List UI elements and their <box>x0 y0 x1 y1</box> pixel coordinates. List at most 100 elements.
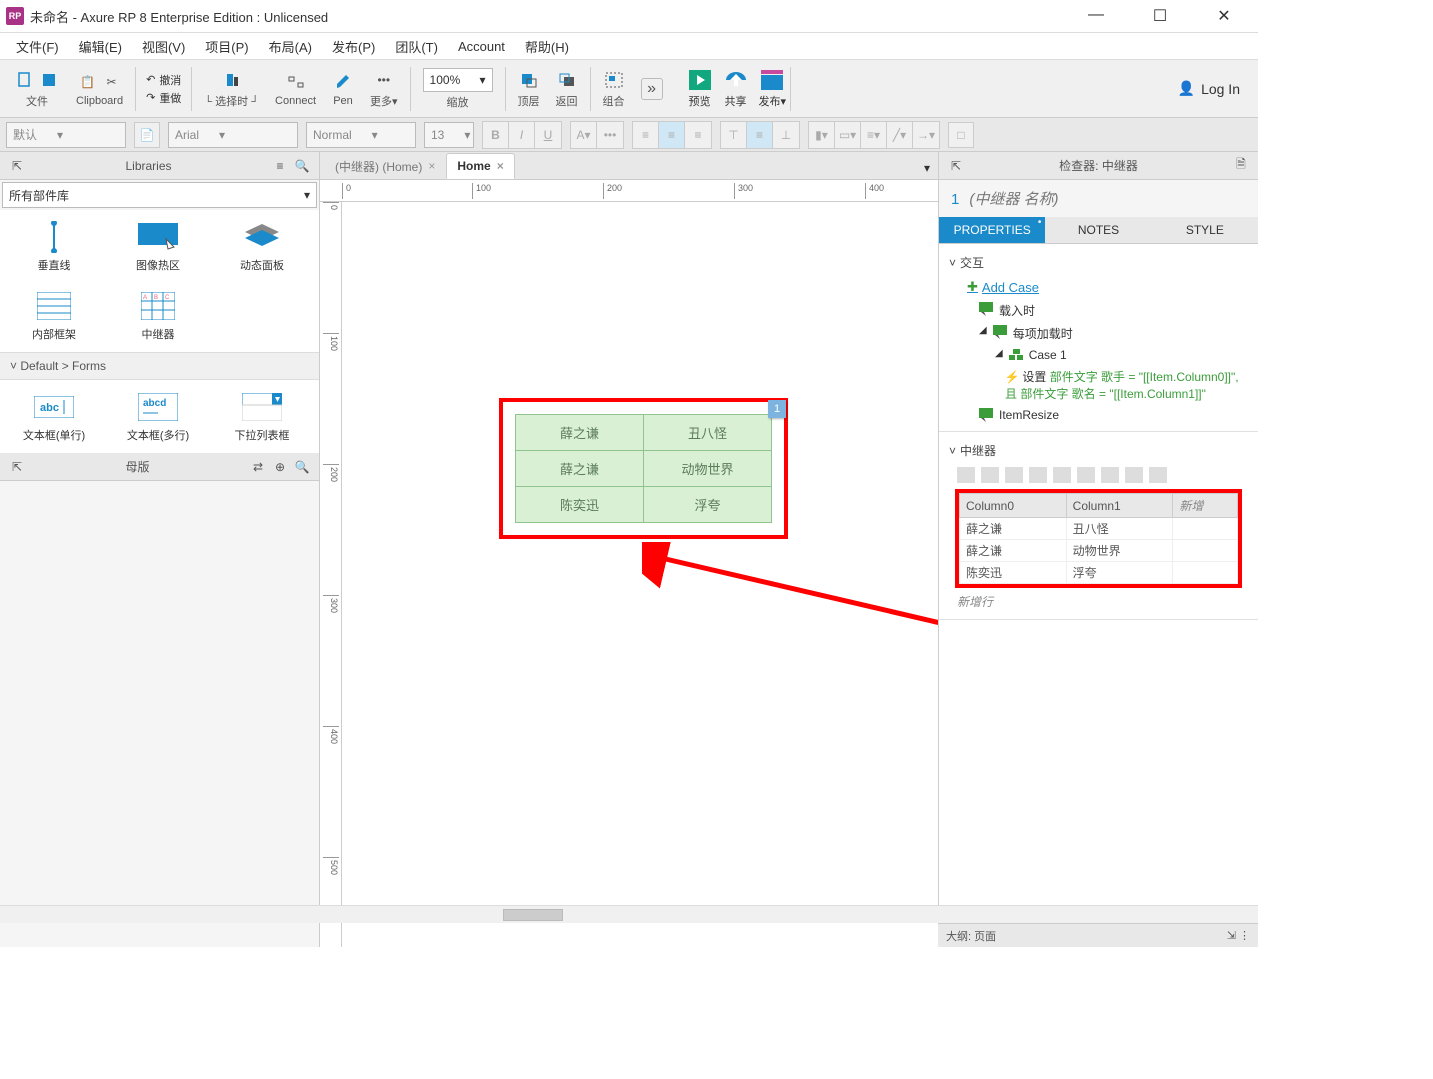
bold-button[interactable]: B <box>483 122 509 148</box>
paintformat-icon[interactable]: 📄 <box>134 122 160 148</box>
arrow-button[interactable]: →▾ <box>913 122 939 148</box>
align-right-button[interactable]: ≡ <box>685 122 711 148</box>
valign-mid-button[interactable]: ≡ <box>747 122 773 148</box>
menu-project[interactable]: 项目(P) <box>197 34 256 59</box>
tab-properties[interactable]: PROPERTIES <box>939 217 1045 243</box>
top-layer-icon[interactable] <box>518 69 540 91</box>
widget-repeater[interactable]: ABC中继器 <box>108 283 208 348</box>
rp-btn[interactable] <box>957 467 975 483</box>
event-item-resize[interactable]: ItemResize <box>949 405 1248 425</box>
more-text-button[interactable]: ••• <box>597 122 623 148</box>
valign-bot-button[interactable]: ⊥ <box>773 122 799 148</box>
style-select[interactable]: 默认▾ <box>6 122 126 148</box>
add-row[interactable]: 新增行 <box>949 590 1248 613</box>
widget-iframe[interactable]: 内部框架 <box>4 283 104 348</box>
menu-help[interactable]: 帮助(H) <box>517 34 577 59</box>
font-weight-select[interactable]: Normal▾ <box>306 122 416 148</box>
valign-top-button[interactable]: ⊤ <box>721 122 747 148</box>
publish-button[interactable]: 发布▾ <box>759 69 787 109</box>
italic-button[interactable]: I <box>509 122 535 148</box>
font-size-select[interactable]: 13▾ <box>424 122 474 148</box>
close-icon[interactable]: × <box>497 159 504 173</box>
library-select[interactable]: 所有部件库▾ <box>2 182 317 208</box>
rp-btn[interactable] <box>981 467 999 483</box>
rp-btn[interactable] <box>1125 467 1143 483</box>
page-icon[interactable]: 🗎 <box>1230 155 1252 176</box>
text-color-button[interactable]: A▾ <box>571 122 597 148</box>
repeater-data-grid[interactable]: Column0Column1新增 薛之谦丑八怪 薛之谦动物世界 陈奕迅浮夸 <box>955 489 1242 588</box>
rp-btn[interactable] <box>1053 467 1071 483</box>
group-icon[interactable] <box>603 69 625 91</box>
tab-repeater-home[interactable]: (中继器) (Home)× <box>324 153 446 179</box>
share-button[interactable]: 共享 <box>723 69 749 109</box>
repeater-section[interactable]: ˅ 中继器 <box>949 438 1248 463</box>
rp-btn[interactable] <box>1077 467 1095 483</box>
masters-swap-icon[interactable]: ⇄ <box>247 460 269 474</box>
rp-btn[interactable] <box>1101 467 1119 483</box>
hscrollbar[interactable] <box>0 905 1258 923</box>
align-left-button[interactable]: ≡ <box>633 122 659 148</box>
menu-account[interactable]: Account <box>450 36 513 57</box>
overflow-icon[interactable]: » <box>641 78 663 100</box>
cut-icon[interactable]: ✂ <box>101 71 123 93</box>
undo-button[interactable]: ↶ 撤消 <box>146 72 181 88</box>
event-onload[interactable]: 载入时 <box>949 299 1248 322</box>
preview-button[interactable]: 预览 <box>687 69 713 109</box>
line-style-button[interactable]: ╱▾ <box>887 122 913 148</box>
widget-name[interactable]: (中继器 名称) <box>969 188 1058 209</box>
action-set-text[interactable]: ⚡ 设置 部件文字 歌手 = "[[Item.Column0]]", 且 部件文… <box>949 365 1248 405</box>
inspector-collapse-icon[interactable]: ⇱ <box>945 159 967 173</box>
close-button[interactable]: ✕ <box>1204 6 1244 26</box>
widget-vline[interactable]: 垂直线 <box>4 214 104 279</box>
pen-icon[interactable] <box>332 71 354 93</box>
rp-btn[interactable] <box>1029 467 1047 483</box>
menu-publish[interactable]: 发布(P) <box>324 34 383 59</box>
menu-view[interactable]: 视图(V) <box>134 34 193 59</box>
tab-style[interactable]: STYLE <box>1152 217 1258 243</box>
menu-arrange[interactable]: 布局(A) <box>261 34 320 59</box>
event-each-load[interactable]: ◢ 每项加载时 <box>949 322 1248 345</box>
repeater-widget[interactable]: 1 薛之谦丑八怪 薛之谦动物世界 陈奕迅浮夸 <box>499 398 788 539</box>
search-icon[interactable]: 🔍 <box>291 159 313 173</box>
new-file-icon[interactable] <box>14 69 36 91</box>
save-icon[interactable] <box>38 69 60 91</box>
minimize-button[interactable]: — <box>1076 6 1116 26</box>
select-mode-icon[interactable] <box>221 69 243 91</box>
zoom-select[interactable]: 100%▾ <box>423 68 493 92</box>
rp-btn[interactable] <box>1005 467 1023 483</box>
back-icon[interactable] <box>556 69 578 91</box>
widget-dynpanel[interactable]: 动态面板 <box>212 214 312 279</box>
close-icon[interactable]: × <box>428 159 435 173</box>
widget-droplist[interactable]: 下拉列表框 <box>212 384 312 449</box>
align-center-button[interactable]: ≡ <box>659 122 685 148</box>
underline-button[interactable]: U <box>535 122 561 148</box>
border-toggle-button[interactable]: □ <box>948 122 974 148</box>
widget-textarea[interactable]: abcd文本框(多行) <box>108 384 208 449</box>
outline-footer[interactable]: 大纲: 页面 ⇲ ⋮ <box>938 923 1258 947</box>
connect-icon[interactable] <box>285 71 307 93</box>
line-color-button[interactable]: ▭▾ <box>835 122 861 148</box>
font-select[interactable]: Arial▾ <box>168 122 298 148</box>
case-1[interactable]: ◢ Case 1 <box>949 345 1248 365</box>
tab-home[interactable]: Home× <box>446 153 514 179</box>
fill-button[interactable]: ▮▾ <box>809 122 835 148</box>
rp-btn[interactable] <box>1149 467 1167 483</box>
masters-collapse-icon[interactable]: ⇱ <box>6 460 28 474</box>
line-width-button[interactable]: ≡▾ <box>861 122 887 148</box>
menu-icon[interactable]: ≡ <box>269 159 291 173</box>
tab-notes[interactable]: NOTES <box>1045 217 1151 243</box>
menu-team[interactable]: 团队(T) <box>387 34 446 59</box>
menu-file[interactable]: 文件(F) <box>8 34 67 59</box>
masters-search-icon[interactable]: 🔍 <box>291 460 313 474</box>
menu-edit[interactable]: 编辑(E) <box>71 34 130 59</box>
widget-textfield[interactable]: abc文本框(单行) <box>4 384 104 449</box>
interactions-section[interactable]: ˅ 交互 <box>949 250 1248 275</box>
forms-section[interactable]: ˅ Default > Forms <box>0 352 319 380</box>
add-case-link[interactable]: ✚ Add Case <box>949 275 1248 299</box>
widget-hotspot[interactable]: 图像热区 <box>108 214 208 279</box>
redo-button[interactable]: ↷ 重做 <box>146 90 181 106</box>
more-icon[interactable]: ••• <box>373 69 395 91</box>
tabs-dropdown-icon[interactable]: ▾ <box>920 157 934 179</box>
copy-icon[interactable]: 📋 <box>77 71 99 93</box>
masters-add-icon[interactable]: ⊕ <box>269 460 291 474</box>
